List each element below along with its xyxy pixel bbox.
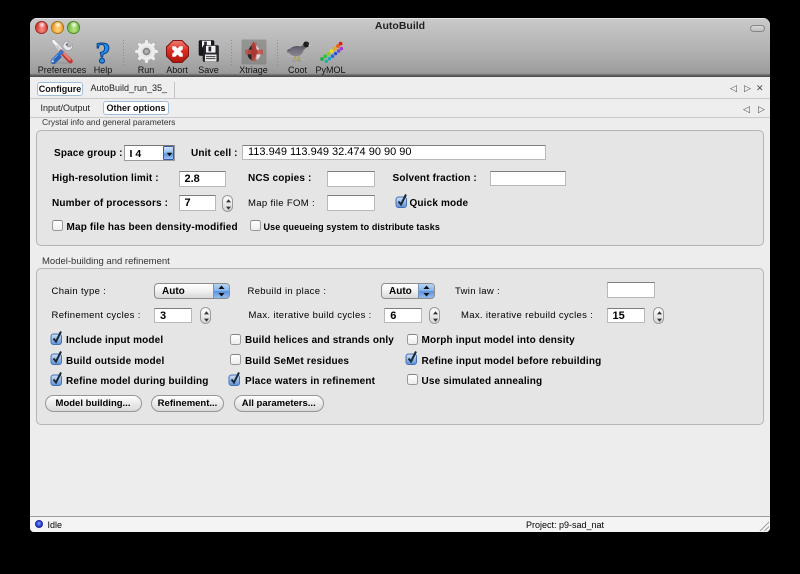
svg-text:?: ? (95, 38, 111, 66)
